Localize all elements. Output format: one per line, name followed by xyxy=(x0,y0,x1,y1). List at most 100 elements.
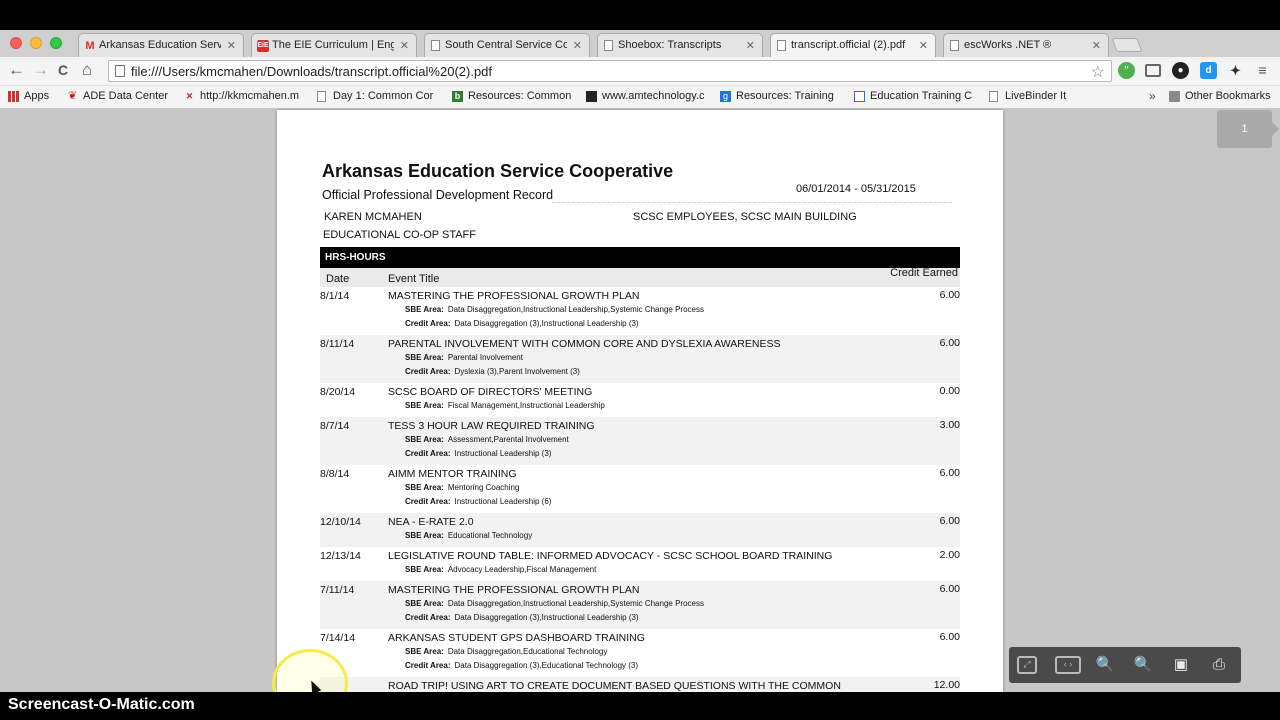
row-event-title: NEA - E-RATE 2.0 xyxy=(388,516,474,528)
close-icon[interactable]: ✕ xyxy=(1092,39,1101,52)
sheet-icon xyxy=(317,91,326,102)
sbe-value: Educational Technology xyxy=(447,531,533,540)
close-window-button[interactable] xyxy=(10,37,22,49)
home-button[interactable]: ⌂ xyxy=(82,61,92,79)
screencast-extension-icon[interactable]: ● xyxy=(1172,62,1189,79)
bookmark-label: Resources: Training xyxy=(736,90,834,102)
table-row: 7/14/14 ARKANSAS STUDENT GPS DASHBOARD TR… xyxy=(320,629,960,677)
fit-page-icon[interactable]: ⤢ xyxy=(1017,656,1037,674)
bookmark-2[interactable]: ✕ http://kkmcmahen.m xyxy=(184,90,306,102)
sbe-value: Data Disaggregation,Instructional Leader… xyxy=(447,599,704,608)
print-icon[interactable]: ⎙ xyxy=(1206,653,1232,677)
close-icon[interactable]: ✕ xyxy=(919,39,928,52)
table-row: 8/20/14 SCSC BOARD OF DIRECTORS' MEETING 0… xyxy=(320,383,960,417)
tab-label: transcript.official (2).pdf xyxy=(791,39,906,51)
credit-area-value: Instructional Leadership (3) xyxy=(454,449,552,458)
credit-area-value: Instructional Leadership (6) xyxy=(454,497,552,506)
row-credit: 6.00 xyxy=(939,515,960,527)
row-date: 8/11/14 xyxy=(320,338,355,350)
table-row: 8/8/14 AIMM MENTOR TRAINING 6.00 SBE Area: M… xyxy=(320,465,960,513)
bookmarks-bar: Apps ❦ ADE Data Center ✕ http://kkmcmahen.m D… xyxy=(0,85,1280,108)
row-date: 8/1/14 xyxy=(320,290,350,302)
bookmark-label: ADE Data Center xyxy=(83,90,168,102)
zoom-in-icon[interactable]: 🔍 xyxy=(1130,653,1156,677)
tab-1[interactable]: EiE The EIE Curriculum | Engi ✕ xyxy=(251,33,417,57)
bookmark-star-icon[interactable]: ☆ xyxy=(1091,62,1105,82)
tab-3[interactable]: Shoebox: Transcripts ✕ xyxy=(597,33,763,57)
row-credit: 6.00 xyxy=(939,337,960,349)
frame-icon xyxy=(854,91,865,102)
close-icon[interactable]: ✕ xyxy=(400,39,409,52)
zoom-window-button[interactable] xyxy=(50,37,62,49)
bookmark-label: LiveBinder It xyxy=(1005,90,1067,102)
diigo-extension-icon[interactable]: d xyxy=(1200,62,1217,79)
forward-button[interactable]: → xyxy=(32,61,49,79)
tab-0[interactable]: M Arkansas Education Servic ✕ xyxy=(78,33,244,57)
feedly-extension-icon[interactable]: ✦ xyxy=(1227,62,1244,79)
header-credit-earned: Credit Earned xyxy=(890,267,958,279)
close-icon[interactable]: ✕ xyxy=(227,39,236,52)
row-sbe-area: SBE Area: Educational Technology xyxy=(405,531,532,540)
minimize-window-button[interactable] xyxy=(30,37,42,49)
folder-icon xyxy=(1169,91,1180,102)
sbe-label: SBE Area: xyxy=(405,483,444,492)
table-row: 12/13/14 LEGISLATIVE ROUND TABLE: INFORME… xyxy=(320,547,960,581)
tab-4[interactable]: transcript.official (2).pdf ✕ xyxy=(770,33,936,58)
bookmark-7[interactable]: Education Training C xyxy=(854,90,978,102)
bookmark-6[interactable]: g Resources: Training xyxy=(720,90,842,102)
sbe-label: SBE Area: xyxy=(405,565,444,574)
hangouts-extension-icon[interactable]: " xyxy=(1118,62,1135,79)
tab-label: South Central Service Coo xyxy=(445,39,567,51)
row-credit-area: Credit Area: Dyslexia (3),Parent Involvem… xyxy=(405,367,580,376)
bookmark-3[interactable]: Day 1: Common Cor xyxy=(317,90,443,102)
sbe-label: SBE Area: xyxy=(405,599,444,608)
tab-5[interactable]: escWorks .NET ® ✕ xyxy=(943,33,1109,57)
tab-label: escWorks .NET ® xyxy=(964,39,1052,51)
cast-extension-icon[interactable] xyxy=(1145,64,1161,77)
table-header: Date Event Title Credit Earned xyxy=(320,267,960,287)
page-icon xyxy=(604,40,613,51)
fit-width-icon[interactable]: ‹ › xyxy=(1055,656,1081,674)
table-row: 12/10/14 NEA - E-RATE 2.0 6.00 SBE Area: Edu… xyxy=(320,513,960,547)
bookmark-9[interactable]: Other Bookmarks xyxy=(1169,90,1279,102)
page-icon xyxy=(431,40,440,51)
header-event-title: Event Title xyxy=(388,273,440,285)
sbe-value: Advocacy Leadership,Fiscal Management xyxy=(447,565,597,574)
top-black-strip xyxy=(0,0,1280,30)
bookmark-8[interactable]: LiveBinder It xyxy=(989,90,1079,102)
row-event-title: LEGISLATIVE ROUND TABLE: INFORMED ADVOCA… xyxy=(388,550,833,562)
row-date: 7/14/14 xyxy=(320,632,356,644)
bookmark-label: Other Bookmarks xyxy=(1185,90,1271,102)
row-credit-area: Credit Area: Instructional Leadership (3) xyxy=(405,449,551,458)
browser-chrome: M Arkansas Education Servic ✕ EiE The EIE Cu… xyxy=(0,30,1280,108)
tab-2[interactable]: South Central Service Coo ✕ xyxy=(424,33,590,57)
row-event-title: AIMM MENTOR TRAINING xyxy=(388,468,517,480)
credit-area-label: Credit Area: xyxy=(405,613,451,622)
pdf-viewer[interactable]: Arkansas Education Service Cooperative O… xyxy=(0,108,1280,692)
reload-button[interactable]: C xyxy=(58,61,68,79)
employee-role: EDUCATIONAL CO-OP STAFF xyxy=(323,229,476,241)
credit-area-value: Data Disaggregation (3),Instructional Le… xyxy=(454,613,639,622)
b-icon: b xyxy=(452,91,463,102)
tab-bar: M Arkansas Education Servic ✕ EiE The EIE Cu… xyxy=(0,30,1280,58)
bookmark-4[interactable]: b Resources: Common xyxy=(452,90,574,102)
save-icon[interactable]: ▣ xyxy=(1168,653,1194,677)
section-header: HRS-HOURS xyxy=(320,247,960,268)
bookmark-5[interactable]: www.amtechnology.c xyxy=(586,90,708,102)
new-tab-button[interactable] xyxy=(1111,38,1143,52)
chrome-menu-icon[interactable]: ≡ xyxy=(1254,62,1271,79)
row-date: 8/7/14 xyxy=(320,420,350,432)
sheet-icon xyxy=(989,91,998,102)
bookmark-1[interactable]: ❦ ADE Data Center xyxy=(67,90,177,102)
row-credit: 6.00 xyxy=(939,289,960,301)
table-row: 8/7/14 TESS 3 HOUR LAW REQUIRED TRAINING 3… xyxy=(320,417,960,465)
back-button[interactable]: ← xyxy=(8,61,25,79)
close-icon[interactable]: ✕ xyxy=(573,39,582,52)
zoom-out-icon[interactable]: 🔍 xyxy=(1092,653,1118,677)
row-sbe-area: SBE Area: Data Disaggregation,Instruction… xyxy=(405,599,704,608)
row-sbe-area: SBE Area: Fiscal Management,Instructional… xyxy=(405,401,605,410)
bookmarks-overflow-button[interactable]: » xyxy=(1149,89,1156,103)
bookmark-0[interactable]: Apps xyxy=(8,90,63,102)
close-icon[interactable]: ✕ xyxy=(746,39,755,52)
address-bar[interactable]: file:///Users/kmcmahen/Downloads/transcr… xyxy=(108,60,1112,82)
